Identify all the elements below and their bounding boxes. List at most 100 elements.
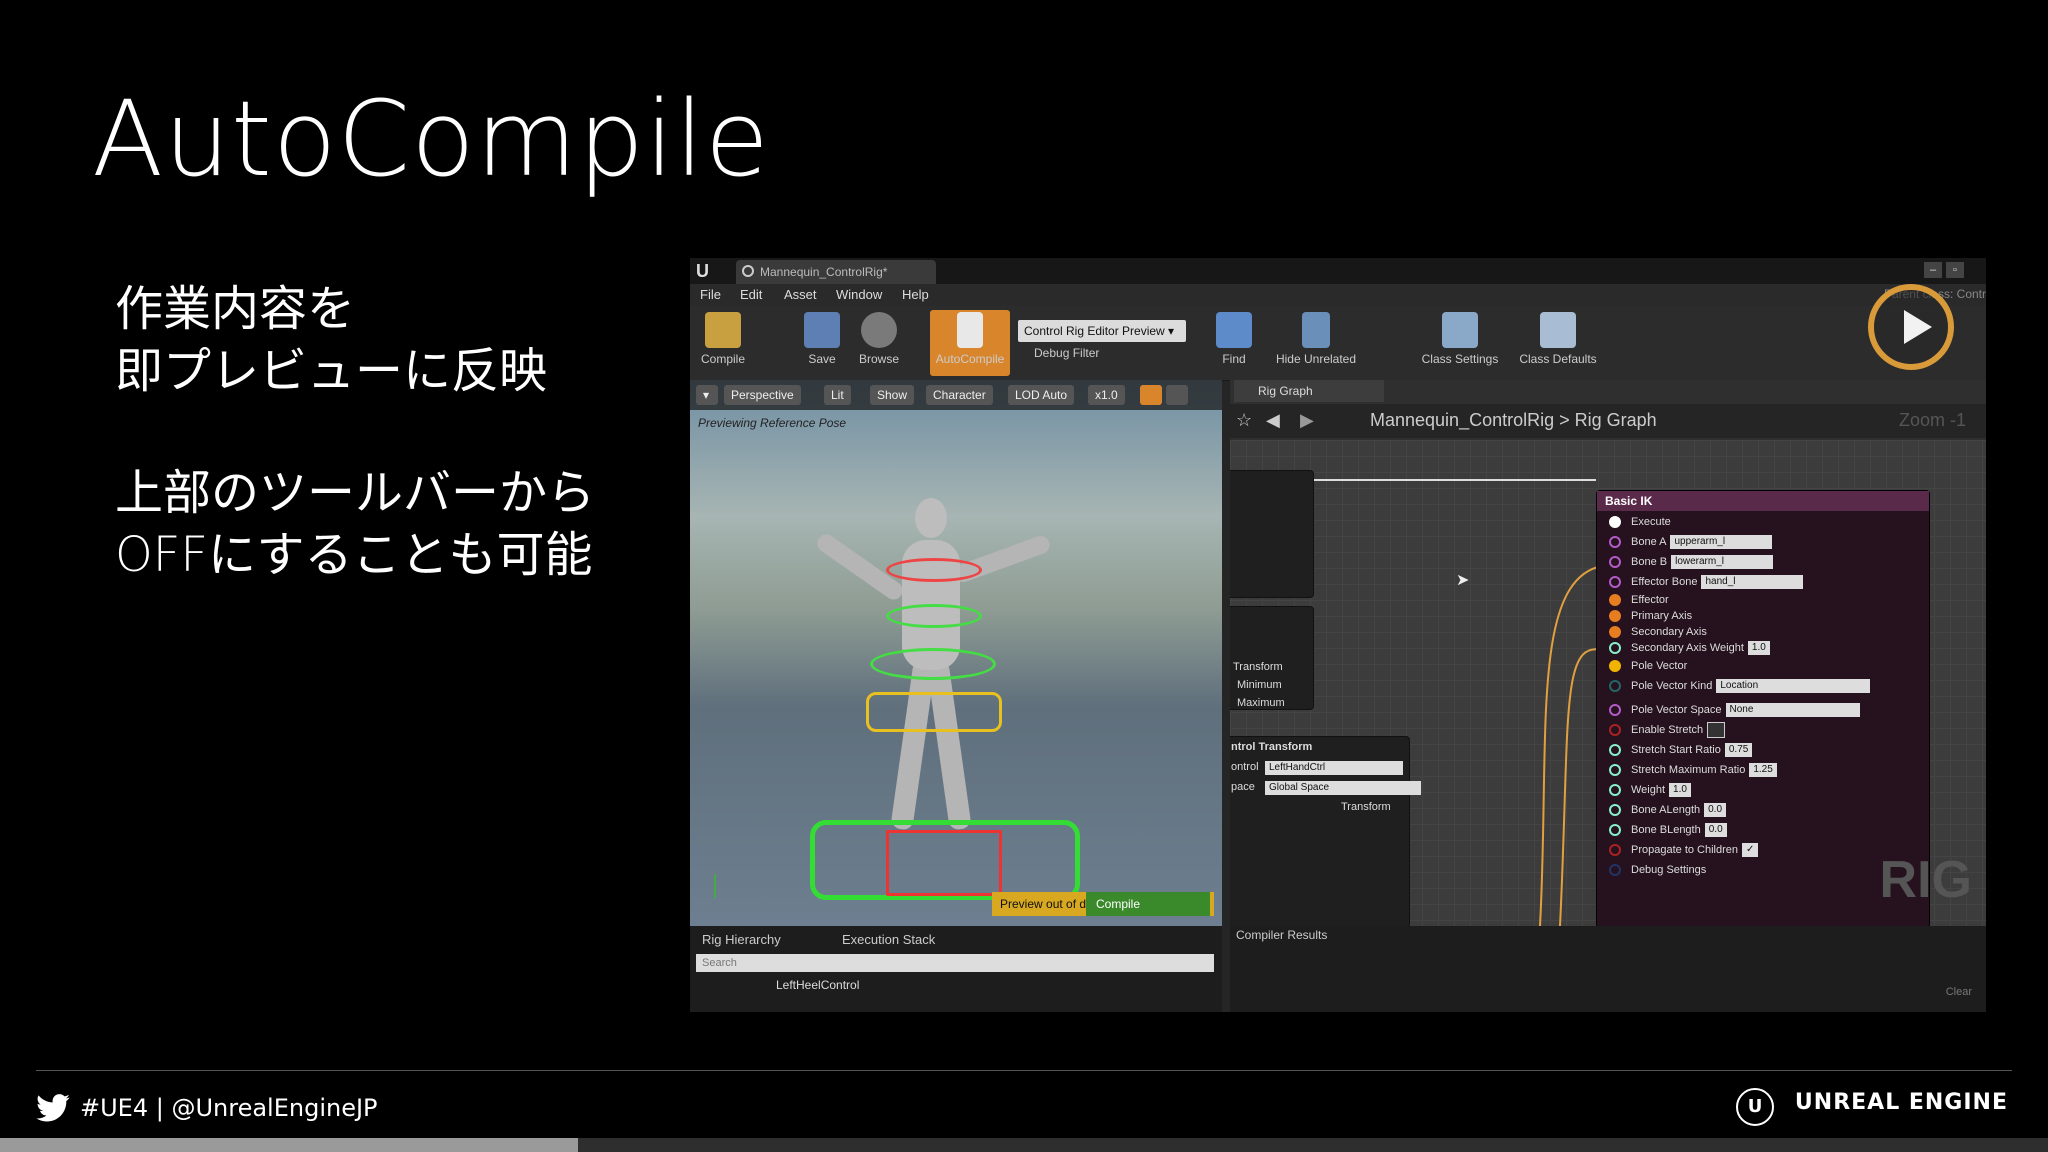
viewport-compile-button[interactable]: Compile [1086,892,1210,916]
lod-button[interactable]: LOD Auto [1008,385,1075,405]
ik-row-pole-vector-kind[interactable]: Pole Vector Kind Location [1609,677,1871,695]
star-icon[interactable]: ☆ [1236,410,1252,431]
description-paragraph-2: 上部のツールバーから OFFにすることも可能 [115,462,595,586]
hierarchy-item[interactable]: LeftHeelControl [776,978,859,992]
tab-rig-hierarchy[interactable]: Rig Hierarchy [702,928,781,952]
brand-name: UNREAL ENGINE [1794,1090,2008,1115]
hide-unrelated-icon [1302,312,1330,348]
editor-video: U Mannequin_ControlRig* – ▫ File Edit As… [690,258,1986,1012]
footer-hashtag: #UE4 | @UnrealEngineJP [80,1094,378,1122]
ik-row-secondary-axis-weight[interactable]: Secondary Axis Weight 1.0 [1609,639,1770,657]
character-button[interactable]: Character [926,385,993,405]
compiler-results-panel: Compiler Results Clear [1230,926,1986,1012]
minimize-icon[interactable]: – [1924,262,1942,278]
class-defaults-button[interactable]: Class Defaults [1516,310,1600,376]
control-ring[interactable] [870,648,996,680]
back-icon[interactable]: ◀ [1266,410,1280,431]
menu-file[interactable]: File [700,287,721,302]
ik-row-bone-a-length[interactable]: Bone ALength 0.0 [1609,801,1727,819]
gear-icon [1442,312,1478,348]
mannequin-head [915,498,947,538]
menu-asset[interactable]: Asset [784,287,817,302]
autocompile-icon [957,312,983,348]
speed-button[interactable]: x1.0 [1088,385,1125,405]
description-line: 即プレビューに反映 [115,343,548,399]
autocompile-button[interactable]: AutoCompile [930,310,1010,376]
ik-row-weight[interactable]: Weight 1.0 [1609,781,1691,799]
play-icon[interactable] [1868,284,1954,370]
ik-row-effector-bone[interactable]: Effector Bone hand_l [1609,573,1804,591]
mannequin-leg [926,659,972,831]
foot-control[interactable] [886,830,1002,896]
save-button[interactable]: Save [802,310,842,376]
compile-button[interactable]: Compile [696,310,750,376]
class-settings-button[interactable]: Class Settings [1418,310,1502,376]
forward-icon[interactable]: ▶ [1300,410,1314,431]
ik-row-execute[interactable]: Execute [1609,513,1671,531]
magnifier-icon [861,312,897,348]
rig-hierarchy-panel: Rig Hierarchy Execution Stack Search Lef… [690,926,1222,1012]
control-ring[interactable] [886,558,982,582]
control-hexagon[interactable] [866,692,1002,732]
twitter-icon [36,1094,70,1122]
control-ring[interactable] [886,604,982,628]
video-progress-fill [0,1138,578,1152]
description-line: OFFにすることも可能 [115,527,593,583]
ik-row-debug-settings[interactable]: Debug Settings [1609,861,1706,879]
browse-button[interactable]: Browse [854,310,904,376]
binoculars-icon [1216,312,1252,348]
asset-tab[interactable]: Mannequin_ControlRig* [736,260,936,284]
ik-row-enable-stretch[interactable]: Enable Stretch [1609,721,1726,739]
slide-title: AutoCompile [92,78,770,200]
menu-edit[interactable]: Edit [740,287,762,302]
tab-compiler-results[interactable]: Compiler Results [1236,928,1327,942]
description-line: 上部のツールバーから [115,465,596,521]
zoom-level: Zoom -1 [1898,410,1966,430]
preview-viewport[interactable]: ▾ Perspective Lit Show Character LOD Aut… [690,380,1222,926]
node-title: Basic IK [1597,491,1929,511]
viewport-note: Previewing Reference Pose [698,416,847,430]
ik-row-bone-b-length[interactable]: Bone BLength 0.0 [1609,821,1727,839]
ik-row-stretch-start-ratio[interactable]: Stretch Start Ratio 0.75 [1609,741,1753,759]
hide-unrelated-button[interactable]: Hide Unrelated [1270,310,1362,376]
ik-row-propagate[interactable]: Propagate to Children ✓ [1609,841,1759,859]
rig-watermark: RIG [1879,851,1972,909]
tab-rig-graph[interactable]: Rig Graph [1234,380,1384,402]
debug-filter-label: Debug Filter [1034,346,1100,360]
footer-divider [36,1070,2012,1071]
ik-row-bone-b[interactable]: Bone Blowerarm_l [1609,553,1774,571]
viewport-menu-button[interactable]: ▾ [696,385,718,405]
preview-status: Preview out of date Compile [992,892,1214,916]
description-paragraph-1: 作業内容を 即プレビューに反映 [115,278,547,402]
tab-execution-stack[interactable]: Execution Stack [842,928,935,952]
compile-icon [705,312,741,348]
menu-help[interactable]: Help [902,287,929,302]
rotate-mode-icon[interactable] [1166,385,1188,405]
ik-row-pole-vector-space[interactable]: Pole Vector Space None [1609,701,1860,719]
clear-button[interactable]: Clear [1946,986,1972,998]
checklist-icon [1540,312,1576,348]
mouse-cursor-icon: ➤ [1456,572,1470,589]
preview-select[interactable]: Control Rig Editor Preview ▾ [1018,320,1186,342]
rig-graph-panel: Rig Graph ☆ ◀ ▶ Mannequin_ControlRig > R… [1230,380,1986,926]
description-line: 作業内容を [115,281,356,337]
viewport-toolbar: ▾ Perspective Lit Show Character LOD Aut… [690,380,1222,410]
axis-gizmo-icon [714,874,716,898]
lit-button[interactable]: Lit [824,385,851,405]
maximize-icon[interactable]: ▫ [1946,262,1964,278]
show-button[interactable]: Show [870,385,915,405]
menu-bar: File Edit Asset Window Help Parent class… [690,284,1986,306]
hierarchy-search-input[interactable]: Search [696,954,1214,972]
transform-mode-icon[interactable] [1140,385,1162,405]
ik-row-pole-vector[interactable]: Pole Vector [1609,657,1687,675]
save-icon [804,312,840,348]
video-progress-bar[interactable] [0,1138,2048,1152]
find-button[interactable]: Find [1214,310,1254,376]
perspective-button[interactable]: Perspective [724,385,801,405]
toolbar: Compile Save Browse AutoCompile Control … [690,306,1986,381]
ik-row-bone-a[interactable]: Bone Aupperarm_l [1609,533,1773,551]
window-titlebar: U Mannequin_ControlRig* – ▫ [690,258,1986,284]
ik-row-stretch-max-ratio[interactable]: Stretch Maximum Ratio 1.25 [1609,761,1777,779]
unreal-logo-icon: U [1736,1088,1774,1126]
menu-window[interactable]: Window [836,287,882,302]
